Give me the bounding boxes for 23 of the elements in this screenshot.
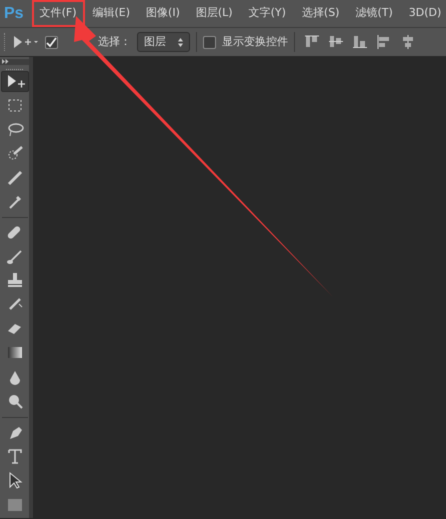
align-icon[interactable] bbox=[353, 35, 367, 49]
menu-item[interactable]: 3D(D) bbox=[400, 0, 446, 27]
spinner-icon bbox=[178, 38, 183, 46]
move-tool-icon[interactable] bbox=[13, 35, 39, 49]
menu-item[interactable]: 编辑(E) bbox=[84, 0, 138, 27]
grip-icon[interactable] bbox=[6, 68, 24, 71]
checkbox-label: 显示变换控件 bbox=[222, 34, 288, 50]
menu-item[interactable]: 文字(Y) bbox=[240, 0, 294, 27]
align-icon[interactable] bbox=[377, 35, 391, 49]
menu-item[interactable]: 滤镜(T) bbox=[347, 0, 401, 27]
align-icon[interactable] bbox=[329, 35, 343, 49]
menu-item[interactable]: 选择(S) bbox=[294, 0, 348, 27]
checkbox[interactable] bbox=[45, 36, 58, 48]
align-icon[interactable] bbox=[401, 35, 415, 49]
align-icon[interactable] bbox=[305, 35, 319, 49]
tool-button[interactable] bbox=[0, 70, 28, 92]
collapse-icon[interactable] bbox=[2, 59, 9, 64]
checkbox[interactable] bbox=[203, 36, 216, 48]
menu-item[interactable]: 图像(I) bbox=[138, 0, 188, 27]
checkbox-label: 选择： bbox=[98, 34, 131, 50]
app-logo: Ps bbox=[3, 4, 25, 24]
menu-item[interactable]: 图层(L) bbox=[188, 0, 241, 27]
layer-select[interactable]: 图层 bbox=[137, 32, 190, 52]
